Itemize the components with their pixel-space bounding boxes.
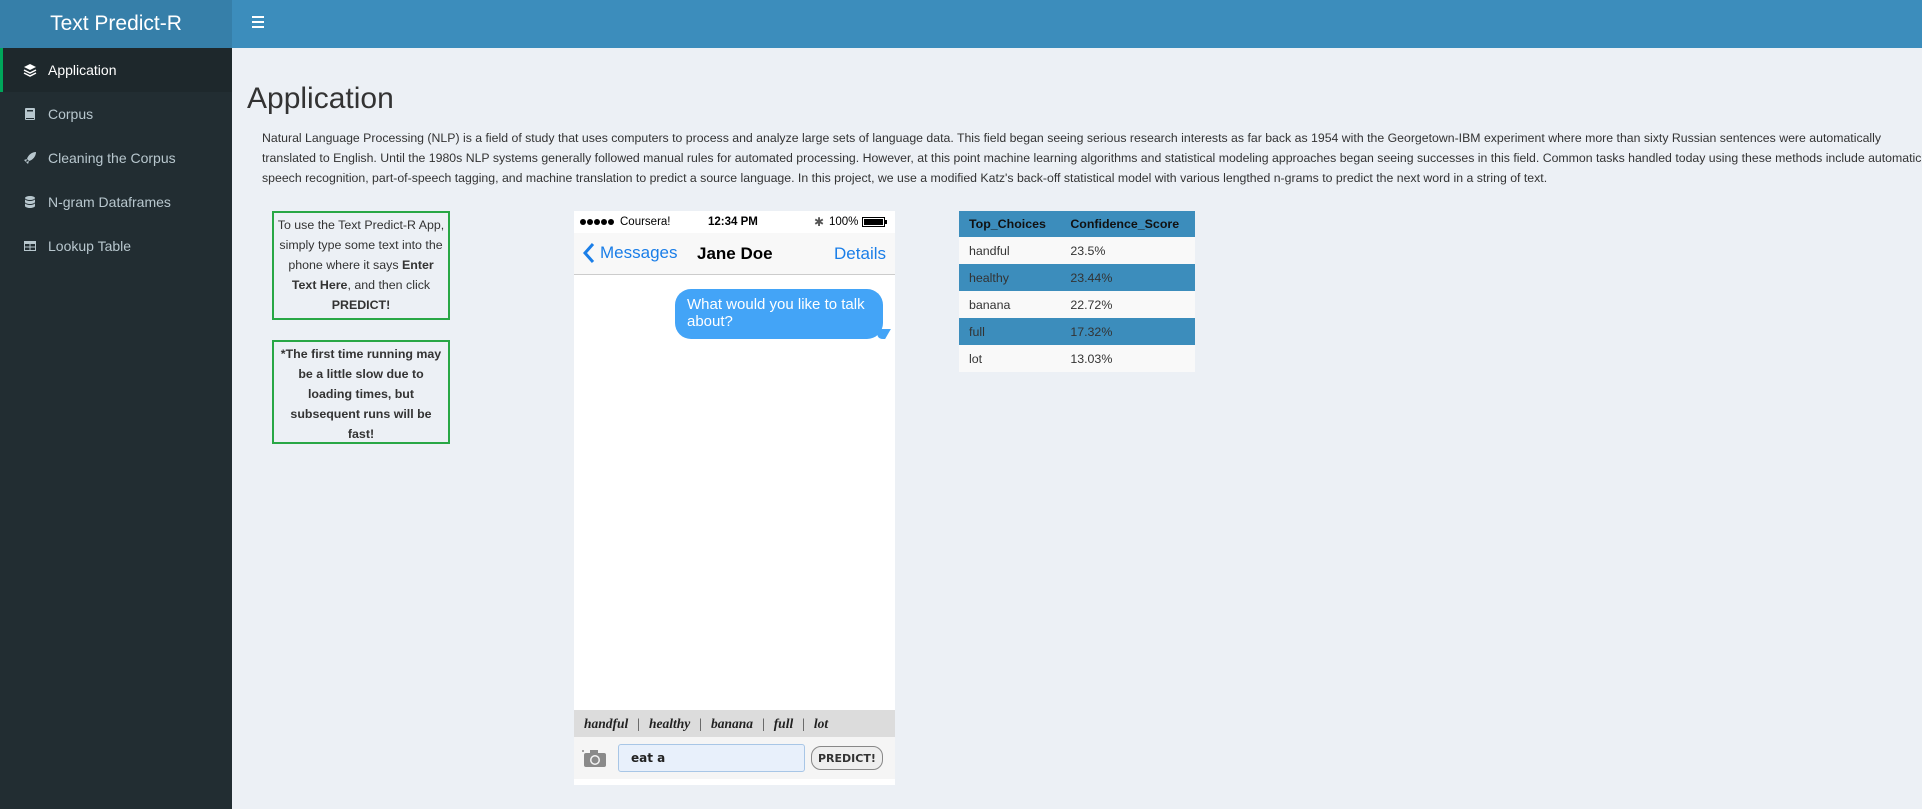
table-cell: 23.44% (1060, 264, 1195, 291)
table-cell: banana (959, 291, 1061, 318)
message-text-input[interactable] (618, 744, 805, 772)
app-logo[interactable]: Text Predict-R (0, 0, 232, 48)
phone-nav-bar: Messages Jane Doe Details (574, 233, 895, 275)
suggestion-separator: | (699, 715, 702, 731)
layers-icon (23, 63, 37, 77)
details-link[interactable]: Details (834, 244, 886, 264)
table-row: lot 13.03% (959, 345, 1195, 372)
top-navbar (232, 0, 1922, 48)
sidebar-item-application[interactable]: Application (0, 48, 232, 92)
loading-note-box: *The first time running may be a little … (272, 340, 450, 444)
table-row: handful 23.5% (959, 237, 1195, 264)
suggestion-separator: | (761, 715, 765, 731)
camera-icon[interactable] (580, 747, 608, 769)
table-icon (23, 239, 37, 253)
chat-area: What would you like to talk about? (574, 275, 895, 710)
message-input-row: PREDICT! (574, 737, 895, 779)
back-messages-button[interactable]: Messages (582, 242, 677, 264)
page-title: Application (247, 82, 394, 115)
sidebar-item-cleaning-the-corpus[interactable]: Cleaning the Corpus (0, 136, 232, 180)
book-icon (23, 107, 37, 121)
sidebar-item-label: Application (48, 62, 117, 78)
phone-status-bar: Coursera! 12:34 PM ✱ 100% (574, 211, 895, 233)
suggestion-bar: handful | healthy | banana | full | lot (574, 710, 895, 737)
instructions-box: To use the Text Predict-R App, simply ty… (272, 211, 450, 320)
suggestion-item[interactable]: healthy (649, 716, 690, 732)
table-cell: 17.32% (1060, 318, 1195, 345)
sidebar-toggle-icon[interactable] (246, 13, 270, 35)
predict-button[interactable]: PREDICT! (811, 746, 883, 770)
table-cell: lot (959, 345, 1061, 372)
table-cell: 22.72% (1060, 291, 1195, 318)
suggestion-separator: | (802, 715, 805, 731)
sidebar-item-label: Lookup Table (48, 238, 132, 254)
sidebar: Application Corpus Cleaning the Corpus N… (0, 48, 232, 809)
table-cell: 13.03% (1060, 345, 1195, 372)
table-row: healthy 23.44% (959, 264, 1195, 291)
rocket-icon (23, 151, 37, 165)
contact-name: Jane Doe (697, 244, 773, 263)
suggestion-item[interactable]: handful (584, 716, 628, 732)
battery-percent: 100% (829, 216, 859, 228)
status-time: 12:34 PM (708, 216, 758, 228)
column-header[interactable]: Top_Choices (959, 211, 1061, 237)
suggestion-item[interactable]: full (774, 716, 794, 732)
suggestion-separator: | (637, 715, 640, 731)
intro-paragraph: Natural Language Processing (NLP) is a f… (262, 131, 1922, 185)
bluetooth-icon: ✱ (814, 215, 825, 229)
suggestion-item[interactable]: banana (711, 716, 753, 732)
carrier-name: Coursera! (620, 216, 671, 228)
phone-mockup: Coursera! 12:34 PM ✱ 100% Messages Jane … (574, 211, 895, 785)
table-row: banana 22.72% (959, 291, 1195, 318)
suggestion-item[interactable]: lot (814, 716, 828, 732)
chevron-left-icon (582, 243, 595, 263)
sidebar-item-label: Cleaning the Corpus (48, 150, 176, 166)
column-header[interactable]: Confidence_Score (1060, 211, 1195, 237)
sidebar-item-n-gram-dataframes[interactable]: N-gram Dataframes (0, 180, 232, 224)
table-header-row: Top_Choices Confidence_Score (959, 211, 1195, 237)
battery-icon (862, 217, 887, 227)
sidebar-item-label: Corpus (48, 106, 94, 122)
prediction-table: Top_Choices Confidence_Score handful 23.… (959, 211, 1195, 372)
sidebar-item-corpus[interactable]: Corpus (0, 92, 232, 136)
table-cell: 23.5% (1060, 237, 1195, 264)
main-content: Application Natural Language Processing … (232, 48, 1922, 809)
table-cell: full (959, 318, 1061, 345)
database-icon (23, 195, 37, 209)
sidebar-item-lookup-table[interactable]: Lookup Table (0, 224, 232, 268)
signal-icon (580, 219, 615, 225)
table-cell: handful (959, 237, 1061, 264)
table-row: full 17.32% (959, 318, 1195, 345)
table-cell: healthy (959, 264, 1061, 291)
message-bubble: What would you like to talk about? (675, 289, 883, 339)
sidebar-item-label: N-gram Dataframes (48, 194, 171, 210)
